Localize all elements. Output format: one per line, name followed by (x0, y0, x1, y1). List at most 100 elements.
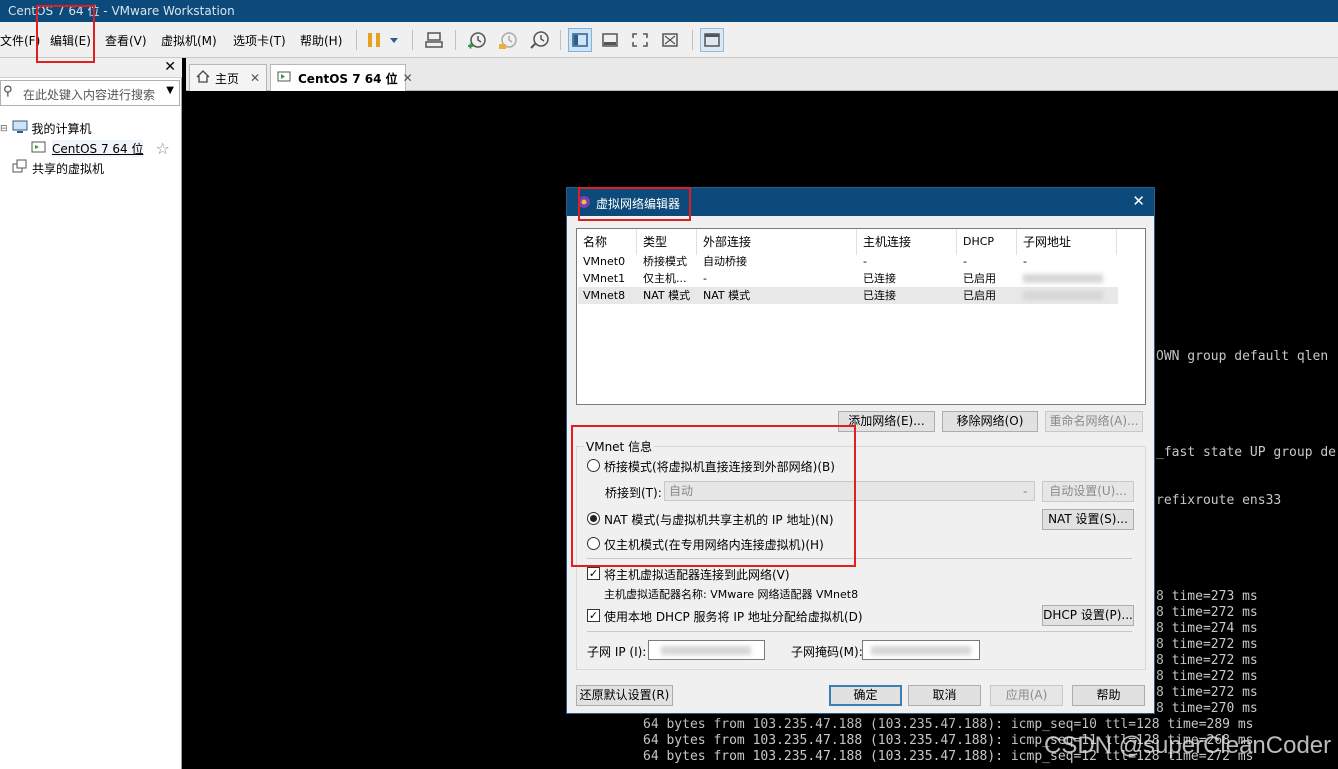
table-cell: VMnet1 (583, 272, 626, 285)
terminal-line: 8 time=272 ms (1156, 685, 1258, 700)
terminal-line: 8 time=270 ms (1156, 701, 1258, 716)
tab-home[interactable]: 主页 ✕ (189, 64, 267, 91)
menu-help[interactable]: 帮助(H) (300, 32, 342, 49)
table-cell: VMnet8 (583, 289, 626, 302)
tab-centos[interactable]: CentOS 7 64 位 ✕ (270, 64, 413, 91)
snapshot-manager-icon[interactable] (527, 28, 551, 52)
close-icon[interactable]: ✕ (164, 59, 176, 75)
table-cell: - (1023, 255, 1027, 268)
search-box[interactable]: ⚲ 在此处键入内容进行搜索 ▼ (0, 80, 180, 106)
subnet-ip-field[interactable] (648, 640, 765, 660)
table-cell: VMnet0 (583, 255, 626, 268)
table-cell: 桥接模式 (643, 255, 687, 268)
tab-label: 主页 (215, 71, 240, 86)
connect-adapter-checkbox[interactable]: ✓ (587, 567, 600, 580)
tree-item-shared-vms[interactable]: 共享的虚拟机 (12, 159, 104, 178)
vm-running-icon (30, 139, 48, 158)
tab-bar: 主页 ✕ CentOS 7 64 位 ✕ (186, 58, 1338, 91)
unity-icon[interactable] (658, 28, 682, 52)
star-icon[interactable]: ☆ (155, 139, 169, 158)
subnet-ip-label: 子网 IP (I): (587, 645, 647, 659)
auto-settings-button[interactable]: 自动设置(U)... (1042, 481, 1134, 502)
terminal-line: 8 time=272 ms (1156, 605, 1258, 620)
tree-item-my-computer[interactable]: ⊟ 我的计算机 (0, 120, 92, 137)
tree-expand-icon[interactable]: ⊟ (0, 124, 8, 134)
toolbar-separator (455, 30, 456, 50)
library-sidebar: ✕ ⚲ 在此处键入内容进行搜索 ▼ ⊟ 我的计算机 CentOS 7 64 位 … (0, 58, 182, 769)
restore-defaults-button[interactable]: 还原默认设置(R) (576, 685, 673, 706)
close-tab-icon[interactable]: ✕ (403, 71, 413, 85)
tree-item-centos[interactable]: CentOS 7 64 位 ☆ (30, 139, 170, 158)
chevron-down-icon[interactable]: ▼ (166, 85, 174, 96)
fullscreen-icon[interactable] (628, 28, 652, 52)
adapter-name-text: 主机虚拟适配器名称: VMware 网络适配器 VMnet8 (604, 588, 859, 601)
table-cell: 仅主机... (643, 272, 687, 285)
snapshot-icon[interactable] (465, 28, 489, 52)
divider (587, 631, 1132, 632)
cancel-button[interactable]: 取消 (908, 685, 981, 706)
search-icon: ⚲ (3, 84, 13, 99)
table-cell: 已启用 (963, 289, 996, 302)
column-header[interactable]: 类型 (637, 229, 697, 255)
apply-button[interactable]: 应用(A) (990, 685, 1063, 706)
dhcp-settings-button[interactable]: DHCP 设置(P)... (1042, 605, 1134, 626)
toolbar-separator (412, 30, 413, 50)
highlight-box-dialog-title (578, 187, 691, 221)
ok-button[interactable]: 确定 (829, 685, 902, 706)
nat-settings-button[interactable]: NAT 设置(S)... (1042, 509, 1134, 530)
table-cell: - (963, 255, 967, 268)
revert-snapshot-icon[interactable] (496, 28, 520, 52)
use-dhcp-label[interactable]: 使用本地 DHCP 服务将 IP 地址分配给虚拟机(D) (604, 608, 863, 625)
menu-tabs[interactable]: 选项卡(T) (233, 32, 286, 49)
redacted-subnet (1023, 291, 1103, 300)
terminal-line: 8 time=272 ms (1156, 669, 1258, 684)
terminal-line: 8 time=272 ms (1156, 637, 1258, 652)
redacted-subnet (1023, 274, 1103, 283)
table-cell: 自动桥接 (703, 255, 747, 268)
close-tab-icon[interactable]: ✕ (250, 71, 260, 85)
highlight-box-edit-menu (36, 5, 95, 63)
column-header[interactable]: 子网地址 (1017, 229, 1117, 255)
dropdown-icon[interactable] (385, 28, 403, 52)
terminal-line: 8 time=274 ms (1156, 621, 1258, 636)
menu-vm[interactable]: 虚拟机(M) (161, 32, 217, 49)
shared-vm-icon (12, 159, 28, 178)
menu-file[interactable]: 文件(F) (0, 32, 40, 49)
use-dhcp-checkbox[interactable]: ✓ (587, 609, 600, 622)
library-view-icon[interactable] (568, 28, 592, 52)
chevron-down-icon: ⌄ (1021, 486, 1029, 496)
thumbnail-view-icon[interactable] (598, 28, 622, 52)
search-input[interactable]: 在此处键入内容进行搜索 (23, 86, 155, 103)
column-header[interactable]: 名称 (577, 229, 637, 255)
close-icon[interactable]: ✕ (1132, 192, 1145, 210)
table-cell: 已连接 (863, 289, 896, 302)
computer-icon (12, 120, 28, 137)
terminal-line: 64 bytes from 103.235.47.188 (103.235.47… (643, 717, 1254, 732)
highlight-box-vmnet-info (571, 425, 856, 567)
table-cell: - (863, 255, 867, 268)
table-cell: NAT 模式 (643, 289, 691, 302)
table-cell: - (703, 272, 707, 285)
column-header[interactable]: 主机连接 (857, 229, 957, 255)
send-keys-icon[interactable] (422, 28, 446, 52)
terminal-line: OWN group default qlen (1156, 349, 1329, 364)
tree-item-label: 共享的虚拟机 (32, 162, 105, 176)
redacted-mask (871, 646, 971, 655)
terminal-line: refixroute ens33 (1156, 493, 1282, 508)
network-table[interactable]: 名称 类型 外部连接 主机连接 DHCP 子网地址 VMnet0 桥接模式 自动… (576, 228, 1146, 405)
remove-network-button[interactable]: 移除网络(O) (942, 411, 1038, 432)
column-header[interactable]: 外部连接 (697, 229, 857, 255)
home-icon (196, 70, 210, 86)
menu-view[interactable]: 查看(V) (105, 32, 147, 49)
terminal-line: 8 time=273 ms (1156, 589, 1258, 604)
pause-icon[interactable] (362, 28, 386, 52)
help-button[interactable]: 帮助 (1072, 685, 1145, 706)
console-view-icon[interactable] (700, 28, 724, 52)
connect-adapter-label[interactable]: 将主机虚拟适配器连接到此网络(V) (604, 566, 790, 583)
table-cell: 已连接 (863, 272, 896, 285)
terminal-line: _fast state UP group de (1156, 445, 1337, 460)
column-header[interactable]: DHCP (957, 229, 1017, 255)
subnet-mask-field[interactable] (862, 640, 980, 660)
rename-network-button[interactable]: 重命名网络(A)... (1045, 411, 1143, 432)
redacted-ip (661, 646, 751, 655)
